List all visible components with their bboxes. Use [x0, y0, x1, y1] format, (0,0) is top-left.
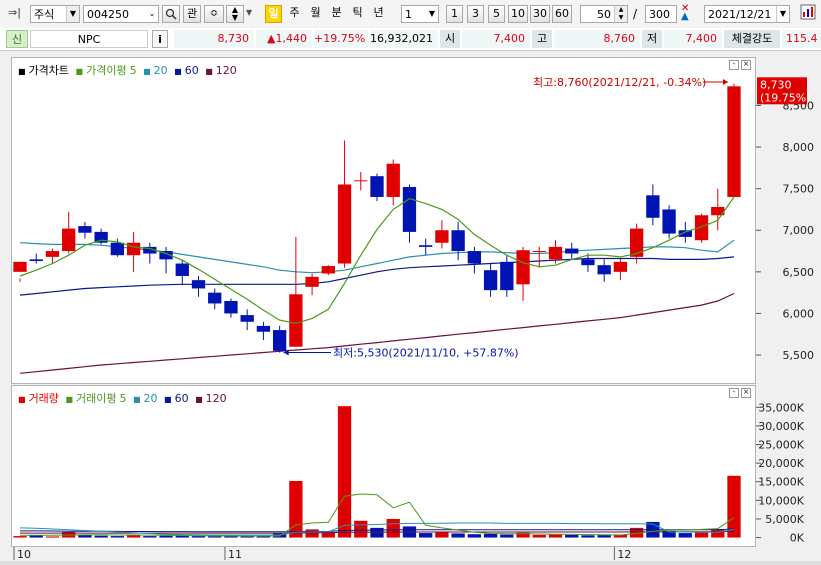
- volume-bar-down: [159, 535, 173, 538]
- volume-bar-down: [94, 535, 108, 538]
- candle-up: [321, 266, 335, 274]
- candle-up: [516, 250, 530, 285]
- ma5-line: [19, 196, 735, 325]
- candle-down: [175, 263, 189, 276]
- price-axis-label: 5,500: [783, 349, 815, 362]
- candle-down: [370, 176, 384, 197]
- volume-bar-up: [305, 529, 319, 538]
- candle-up: [45, 251, 60, 257]
- candle-down: [224, 300, 238, 314]
- volume-bar-up: [386, 518, 400, 538]
- candle-up: [727, 86, 741, 197]
- price-axis-label: 6,000: [783, 307, 815, 320]
- volume-axis-label: 10,000K: [758, 494, 804, 507]
- candle-down: [500, 261, 514, 291]
- candle-down: [419, 245, 433, 247]
- candle-down: [597, 265, 611, 275]
- volume-bar-up: [354, 520, 368, 538]
- volume-bar-up: [548, 534, 563, 538]
- volume-axis-label: 35,000K: [758, 401, 804, 414]
- candle-down: [256, 325, 271, 332]
- candle-down: [467, 251, 482, 264]
- candle-down: [78, 226, 92, 233]
- volume-bar-down: [110, 536, 125, 538]
- volume-bar-up: [289, 480, 303, 538]
- candle-up: [548, 246, 563, 260]
- volume-bar-up: [711, 528, 725, 538]
- volume-bar-down: [208, 536, 222, 538]
- candle-up: [629, 228, 644, 257]
- price-axis-label: 8,000: [783, 141, 815, 154]
- volume-axis-label: 30,000K: [758, 420, 804, 433]
- volume-axis-label: 5,000K: [765, 513, 804, 526]
- candle-up: [613, 261, 628, 272]
- volume-bar-up: [45, 536, 60, 538]
- volume-bar-down: [191, 536, 206, 538]
- candle-up: [386, 163, 400, 197]
- volume-bar-up: [337, 406, 352, 538]
- min-price-note: 최저:5,530(2021/11/10, +57.87%): [333, 347, 519, 360]
- candle-down: [483, 270, 498, 291]
- candle-down: [208, 292, 222, 304]
- volume-axis-label: 20,000K: [758, 457, 804, 470]
- volume-bar-up: [435, 531, 449, 538]
- volume-bar-down: [597, 535, 611, 538]
- candle-down: [110, 242, 125, 256]
- candle-down: [662, 209, 676, 234]
- candle-up: [337, 184, 352, 264]
- candle-down: [272, 330, 287, 351]
- candle-down: [646, 195, 660, 218]
- volume-axis-label: 25,000K: [758, 439, 804, 452]
- stock-chart-svg: 5,5006,0006,5007,0007,5008,0008,5000K5,0…: [13, 76, 815, 561]
- volume-bar-down: [483, 533, 498, 538]
- volume-bar-up: [532, 534, 546, 538]
- volume-axis-label: 15,000K: [758, 476, 804, 489]
- volume-bar-down: [240, 536, 254, 538]
- candle-up: [289, 294, 303, 347]
- candle-down: [451, 230, 465, 252]
- volume-bar-up: [727, 475, 741, 538]
- volume-bar-down: [565, 534, 579, 538]
- price-axis-label: 7,000: [783, 224, 815, 237]
- price-axis-label: 7,500: [783, 183, 815, 196]
- max-price-note: 최고:8,760(2021/12/21, -0.34%): [533, 76, 706, 89]
- candle-up: [62, 228, 76, 252]
- volume-bar-down: [581, 535, 595, 538]
- candle-up: [354, 180, 368, 182]
- candle-up: [435, 230, 449, 243]
- candle-up: [532, 251, 546, 253]
- candle-up: [13, 261, 27, 272]
- candle-up: [126, 242, 141, 256]
- volume-bar-down: [451, 533, 465, 538]
- candle-down: [581, 259, 595, 266]
- volume-bar-down: [143, 536, 157, 538]
- volume-bar-down: [419, 533, 433, 538]
- ma120-line: [19, 292, 735, 374]
- volume-bar-up: [13, 536, 27, 538]
- date-axis-label: 11: [228, 548, 242, 561]
- chart-scrollbar[interactable]: [0, 561, 821, 565]
- candle-up: [305, 276, 319, 287]
- max-note-arrowhead: [723, 79, 728, 85]
- current-price-tag-price: 8,730: [760, 78, 792, 91]
- candle-down: [191, 280, 206, 289]
- volume-bar-up: [694, 531, 709, 538]
- candle-down: [678, 230, 692, 237]
- date-axis-label: 10: [17, 548, 31, 561]
- volume-bar-down: [500, 534, 514, 538]
- candle-down: [29, 259, 43, 262]
- candle-down: [240, 315, 254, 322]
- volume-bar-down: [467, 534, 482, 538]
- candle-down: [565, 248, 579, 254]
- date-axis-label: 12: [617, 548, 631, 561]
- volume-axis-label: 0K: [790, 532, 805, 545]
- price-axis-label: 6,500: [783, 266, 815, 279]
- current-price-tag-pct: (19.75%): [760, 91, 811, 104]
- candle-down: [402, 186, 417, 232]
- volume-bar-down: [678, 533, 692, 538]
